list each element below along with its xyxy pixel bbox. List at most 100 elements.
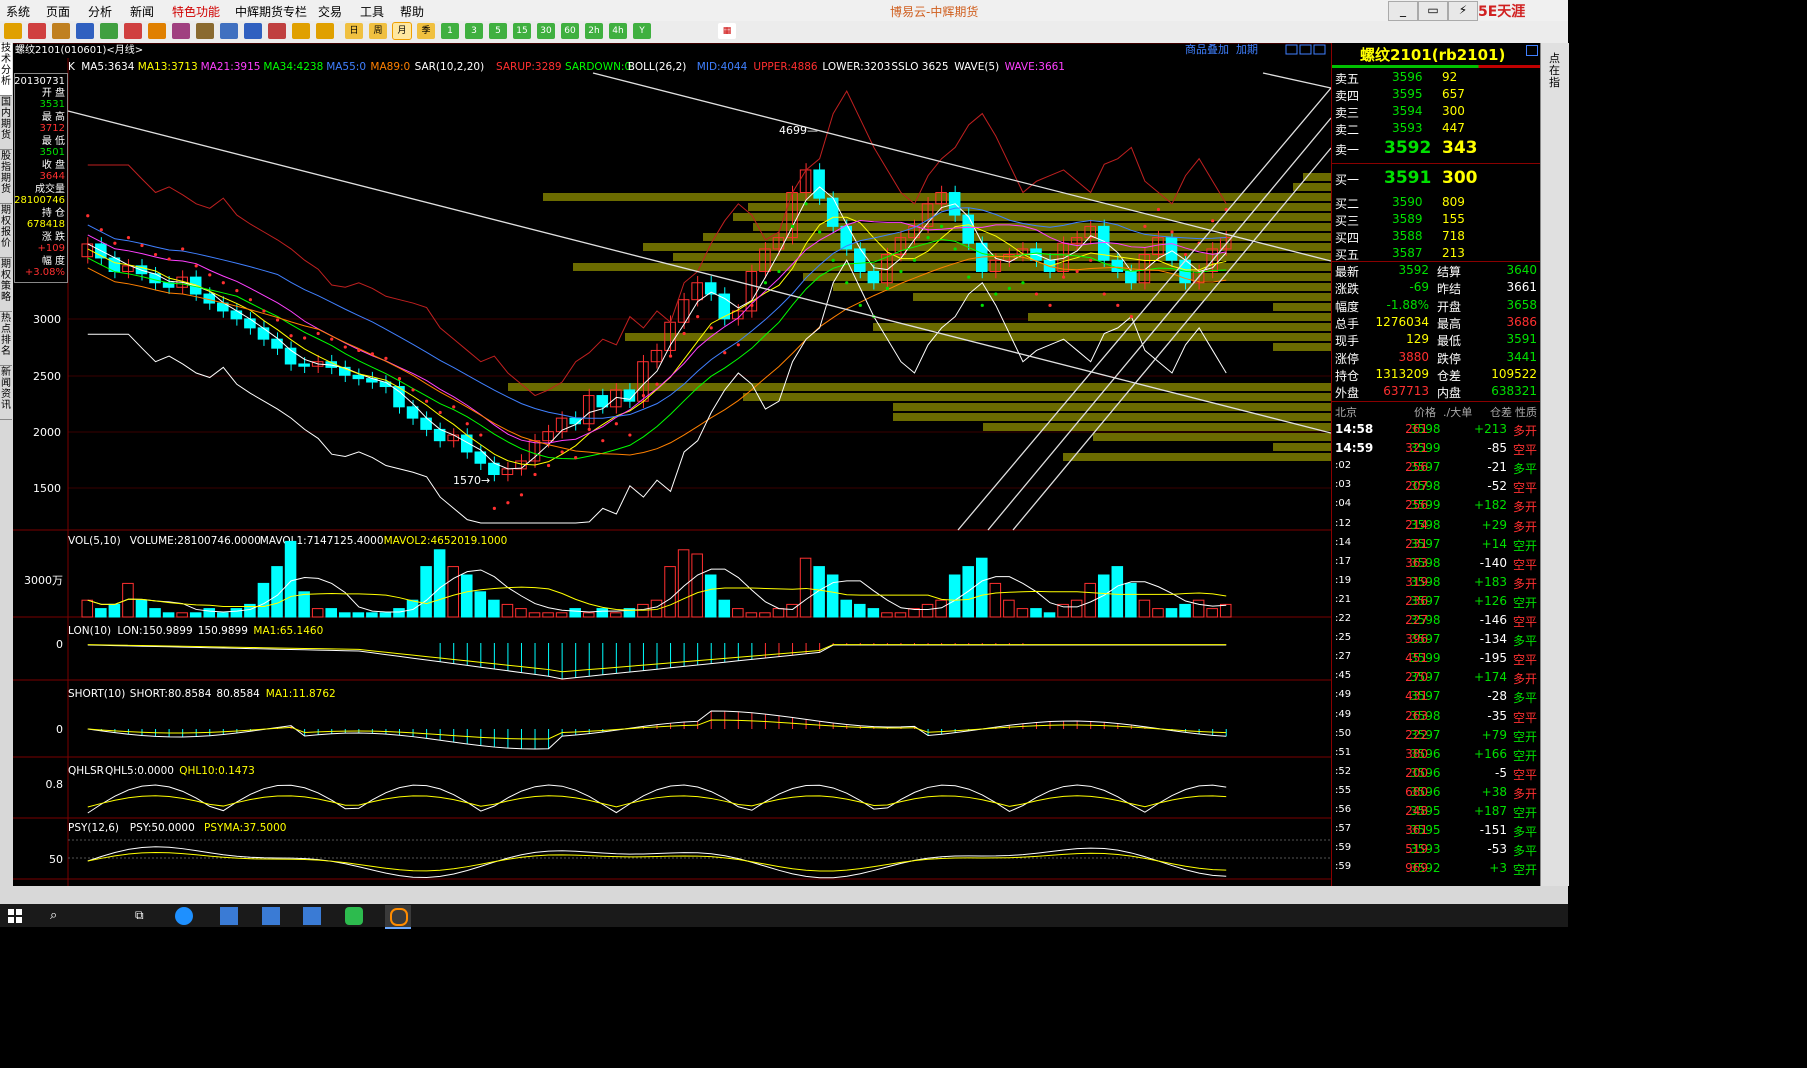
- chart-window-icon[interactable]: [1313, 44, 1326, 55]
- period-button-10[interactable]: 2h: [585, 23, 603, 39]
- volume-legend-item: MAVOL1:7147125.4000: [260, 535, 384, 547]
- period-button-11[interactable]: 4h: [609, 23, 627, 39]
- volume-bar: [95, 608, 107, 618]
- tick-volume: 236: [1405, 593, 1428, 608]
- tick-nature: 多平: [1513, 844, 1538, 859]
- tick-oi-change: -195: [1479, 651, 1507, 666]
- period-button-3[interactable]: 季: [417, 23, 435, 39]
- sar-dot: [452, 405, 456, 409]
- chart-window-icon[interactable]: [1285, 44, 1298, 55]
- left-tab-1[interactable]: 国内期货: [0, 97, 12, 150]
- period-button-12[interactable]: Y: [633, 23, 651, 39]
- wechat-icon[interactable]: [345, 907, 363, 925]
- menu-item-2[interactable]: 分析: [88, 3, 112, 20]
- tick-volume: 519: [1405, 842, 1428, 857]
- chart-area[interactable]: 螺纹2101(010601)<月线> 商品叠加 加期 K MA5:3634 MA13:37…: [13, 43, 1331, 886]
- left-tab-2[interactable]: 股指期货: [0, 151, 12, 204]
- period-button-1[interactable]: 周: [369, 23, 387, 39]
- tick-time: :17: [1335, 555, 1352, 567]
- windows-start-icon[interactable]: [8, 909, 22, 923]
- toolbar-icon-12[interactable]: [292, 23, 310, 39]
- app-icon-2[interactable]: [262, 907, 280, 925]
- toolbar-icon-9[interactable]: [220, 23, 238, 39]
- tick-volume: 256: [1405, 498, 1428, 513]
- tick-time: :03: [1335, 479, 1352, 491]
- period-button-2[interactable]: 月: [392, 22, 412, 40]
- qhlsr-legend-item: QHL10:0.1473: [179, 765, 255, 777]
- toolbar-icon-5[interactable]: [124, 23, 142, 39]
- menu-item-4[interactable]: 特色功能: [172, 3, 220, 20]
- left-tab-4[interactable]: 期权策略: [0, 259, 12, 312]
- menu-item-0[interactable]: 系统: [6, 3, 30, 20]
- sar-dot: [831, 258, 835, 262]
- sar-dot: [1089, 258, 1093, 262]
- app-icon-3[interactable]: [303, 907, 321, 925]
- sar-dot: [750, 303, 754, 307]
- period-button-9[interactable]: 60: [561, 23, 579, 39]
- menu-item-3[interactable]: 新闻: [130, 3, 154, 20]
- period-button-7[interactable]: 15: [513, 23, 531, 39]
- toolbar-icon-8[interactable]: [196, 23, 214, 39]
- active-app-icon[interactable]: [385, 905, 411, 929]
- search-icon[interactable]: ⌕: [50, 908, 57, 923]
- sar-dot: [804, 202, 808, 206]
- toolbar-icon-2[interactable]: [52, 23, 70, 39]
- bid-volume: 718: [1442, 229, 1465, 243]
- left-tab-3[interactable]: 期权报价: [0, 205, 12, 258]
- right-tab-label[interactable]: 点在指: [1549, 53, 1562, 89]
- browser-icon[interactable]: [175, 907, 193, 925]
- sar-dot: [126, 236, 131, 240]
- toolbar-icon-1[interactable]: [28, 23, 46, 39]
- toolbar-icon-7[interactable]: [172, 23, 190, 39]
- chart-canvas[interactable]: 螺纹2101(010601)<月线> 商品叠加 加期 K MA5:3634 MA13:37…: [13, 43, 1331, 886]
- volume-bar: [542, 612, 554, 618]
- volume-legend-item: VOLUME:28100746.0000: [130, 535, 261, 547]
- menu-item-8[interactable]: 帮助: [400, 3, 424, 20]
- win-restore-button[interactable]: ▭: [1418, 1, 1448, 21]
- psy-legend-item: PSY:50.0000: [130, 822, 195, 834]
- tick-nature: 空开: [1513, 538, 1538, 553]
- period-button-6[interactable]: 5: [489, 23, 507, 39]
- left-tab-0[interactable]: 技术分析: [0, 43, 12, 96]
- toolbar-icon-0[interactable]: [4, 23, 22, 39]
- ask-price: 3593: [1392, 121, 1423, 135]
- app-icon-1[interactable]: [220, 907, 238, 925]
- chart-window-icon[interactable]: [1299, 44, 1312, 55]
- add-period-link[interactable]: 加期: [1236, 43, 1258, 56]
- calendar-icon[interactable]: ▦: [718, 23, 736, 39]
- left-tab-5[interactable]: 热点排名: [0, 313, 12, 366]
- volume-bar: [189, 612, 202, 618]
- period-button-4[interactable]: 1: [441, 23, 459, 39]
- period-button-8[interactable]: 30: [537, 23, 555, 39]
- menu-item-6[interactable]: 交易: [318, 3, 342, 20]
- left-tab-6[interactable]: 新闻资讯: [0, 367, 12, 420]
- period-button-0[interactable]: 日: [345, 23, 363, 39]
- stat-value: 1313209: [1375, 366, 1429, 381]
- volume-profile-bar: [1273, 303, 1331, 311]
- toolbar-icon-3[interactable]: [76, 23, 94, 39]
- period-button-5[interactable]: 3: [465, 23, 483, 39]
- panel-expand-icon[interactable]: [1526, 45, 1538, 56]
- overlay-commodity-link[interactable]: 商品叠加: [1185, 43, 1229, 56]
- tick-nature: 空开: [1513, 863, 1538, 878]
- toolbar-icon-11[interactable]: [268, 23, 286, 39]
- sar-dot: [709, 326, 713, 330]
- volume-bar: [799, 557, 812, 618]
- task-view-icon[interactable]: ⧉: [135, 908, 144, 923]
- toolbar-icon-13[interactable]: [316, 23, 334, 39]
- menu-item-1[interactable]: 页面: [46, 3, 70, 20]
- toolbar-icon-6[interactable]: [148, 23, 166, 39]
- volume-bar: [352, 612, 365, 618]
- sar-dot: [330, 337, 334, 341]
- brand-logo: 5E天涯: [1478, 4, 1526, 20]
- toolbar-icon-10[interactable]: [244, 23, 262, 39]
- sar-dot: [655, 382, 659, 386]
- win-minimize-button[interactable]: _: [1388, 1, 1418, 21]
- volume-bar: [569, 608, 581, 618]
- toolbar-icon-4[interactable]: [100, 23, 118, 39]
- menu-item-7[interactable]: 工具: [360, 3, 384, 20]
- menu-item-5[interactable]: 中辉期货专栏: [235, 3, 307, 20]
- indicator-legend-item: UPPER:4886: [753, 61, 818, 73]
- tick-volume: 227: [1405, 613, 1428, 627]
- volume-profile-bar: [625, 333, 1331, 341]
